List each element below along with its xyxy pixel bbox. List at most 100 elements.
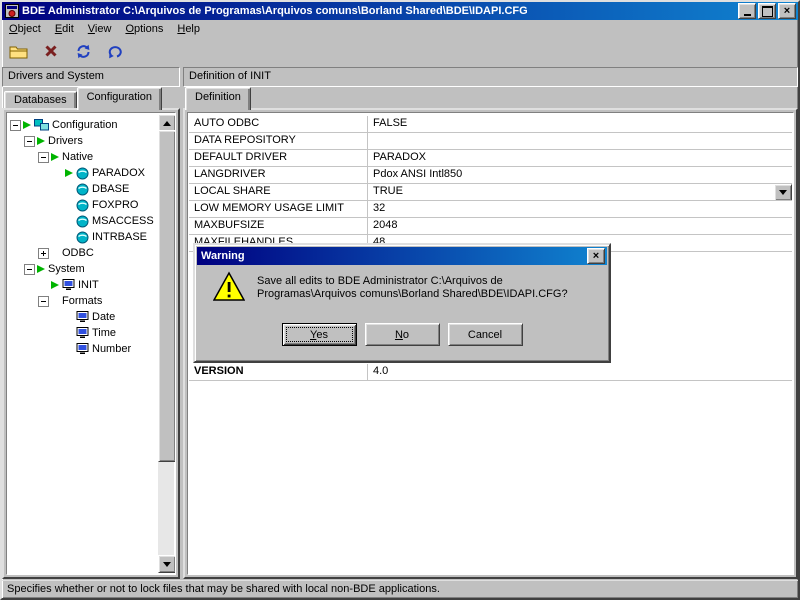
property-value[interactable]: FALSE [368,116,792,132]
tree-item-label: INIT [78,278,99,293]
menu-help[interactable]: Help [170,21,207,38]
property-value[interactable]: 4.0 [368,364,792,380]
tree-item-configuration[interactable]: Configuration [8,117,158,133]
dropdown-button[interactable] [774,184,792,200]
dialog-title: Warning [201,250,587,262]
undo-arrow-icon [107,44,124,62]
property-name: VERSION [189,364,368,380]
property-row-langdriver: LANGDRIVER Pdox ANSI Intl850 [189,167,792,184]
close-icon: × [784,6,790,16]
tree-item-date[interactable]: Date [8,309,158,325]
right-pane-header: Definition of INIT [183,67,798,87]
tree-item-paradox[interactable]: PARADOX [8,165,158,181]
menu-edit[interactable]: Edit [48,21,81,38]
tree-item-foxpro[interactable]: FOXPRO [8,197,158,213]
item-icon [76,343,89,355]
property-value[interactable]: 32 [368,201,792,217]
tree-item-time[interactable]: Time [8,325,158,341]
property-value[interactable]: Pdox ANSI Intl850 [368,167,792,183]
dialog-close-button[interactable]: × [587,248,605,264]
tree-item-label: Time [92,326,116,341]
property-row-default-driver: DEFAULT DRIVER PARADOX [189,150,792,167]
yes-button[interactable]: Yes [282,323,357,346]
collapse-icon[interactable] [10,120,21,131]
tree-panel: Configuration Drivers Native [6,112,176,575]
scrollbar-thumb[interactable] [158,130,176,462]
property-row-version: VERSION 4.0 [189,364,792,381]
tree-item-intrbase[interactable]: INTRBASE [8,229,158,245]
delete-button[interactable] [38,41,64,65]
close-icon: × [593,251,599,261]
property-row-local-share: LOCAL SHARE TRUE [189,184,792,201]
property-value-combobox[interactable]: TRUE [368,184,792,200]
tree-item-system[interactable]: System [8,261,158,277]
tree-item-label: Native [62,150,93,165]
scroll-down-button[interactable] [158,555,176,573]
tab-databases[interactable]: Databases [4,91,77,108]
dialog-body: Save all edits to BDE Administrator C:\A… [195,265,609,321]
dialog-message: Save all edits to BDE Administrator C:\A… [257,275,595,301]
collapse-icon[interactable] [24,136,35,147]
driver-icon [76,167,89,180]
collapse-icon[interactable] [38,152,49,163]
tree-item-label: Number [92,342,131,357]
dialog-title-bar[interactable]: Warning × [197,247,607,265]
property-row-auto-odbc: AUTO ODBC FALSE [189,116,792,133]
expand-icon[interactable] [38,248,49,259]
open-button[interactable] [6,41,32,65]
warning-icon [213,271,245,303]
title-bar[interactable]: BDE Administrator C:\Arquivos de Program… [2,2,798,20]
tree-item-label: Configuration [52,118,117,133]
toolbar [2,38,798,67]
property-value[interactable]: 2048 [368,218,792,234]
right-tab-strip: Definition [183,88,798,108]
tree-item-dbase[interactable]: DBASE [8,181,158,197]
warning-dialog: Warning × Save all edits to BDE Administ… [193,243,611,363]
left-tab-strip: Databases Configuration [2,88,180,108]
driver-icon [76,199,89,212]
revert-button[interactable] [102,41,128,65]
tree-item-init[interactable]: INIT [8,277,158,293]
driver-icon [76,183,89,196]
driver-icon [76,231,89,244]
left-pane-header: Drivers and System [2,67,180,87]
tree-scrollbar[interactable] [158,114,174,573]
tree-item-drivers[interactable]: Drivers [8,133,158,149]
selected-path-arrow-icon [37,137,45,145]
left-pane: Databases Configuration Conf [2,88,180,579]
tree-item-msaccess[interactable]: MSACCESS [8,213,158,229]
tree-item-label: Date [92,310,115,325]
maximize-button[interactable] [758,3,776,19]
tree-item-label: System [48,262,85,277]
property-name: MAXBUFSIZE [189,218,368,234]
cancel-button[interactable]: Cancel [448,323,523,346]
configuration-tab-page: Configuration Drivers Native [2,108,180,579]
maximize-icon [762,6,773,17]
chevron-down-icon [779,190,787,195]
arrow-down-icon [163,562,171,567]
apply-button[interactable] [70,41,96,65]
selected-path-arrow-icon [37,265,45,273]
tree-item-odbc[interactable]: ODBC [8,245,158,261]
tab-configuration[interactable]: Configuration [77,87,162,110]
window-title: BDE Administrator C:\Arquivos de Program… [22,5,734,17]
collapse-icon[interactable] [38,296,49,307]
property-name: DATA REPOSITORY [189,133,368,149]
tree-item-formats[interactable]: Formats [8,293,158,309]
property-value[interactable]: PARADOX [368,150,792,166]
tree-item-number[interactable]: Number [8,341,158,357]
minimize-button[interactable] [738,3,756,19]
menu-object[interactable]: Object [2,21,48,38]
tree-item-label: ODBC [62,246,94,261]
close-button[interactable]: × [778,3,796,19]
tree-item-native[interactable]: Native [8,149,158,165]
item-icon [76,327,89,339]
menu-options[interactable]: Options [118,21,170,38]
collapse-icon[interactable] [24,264,35,275]
property-value[interactable] [368,133,792,149]
property-row-data-repository: DATA REPOSITORY [189,133,792,150]
no-button[interactable]: No [365,323,440,346]
tab-definition[interactable]: Definition [185,87,251,110]
property-name: AUTO ODBC [189,116,368,132]
menu-view[interactable]: View [81,21,119,38]
